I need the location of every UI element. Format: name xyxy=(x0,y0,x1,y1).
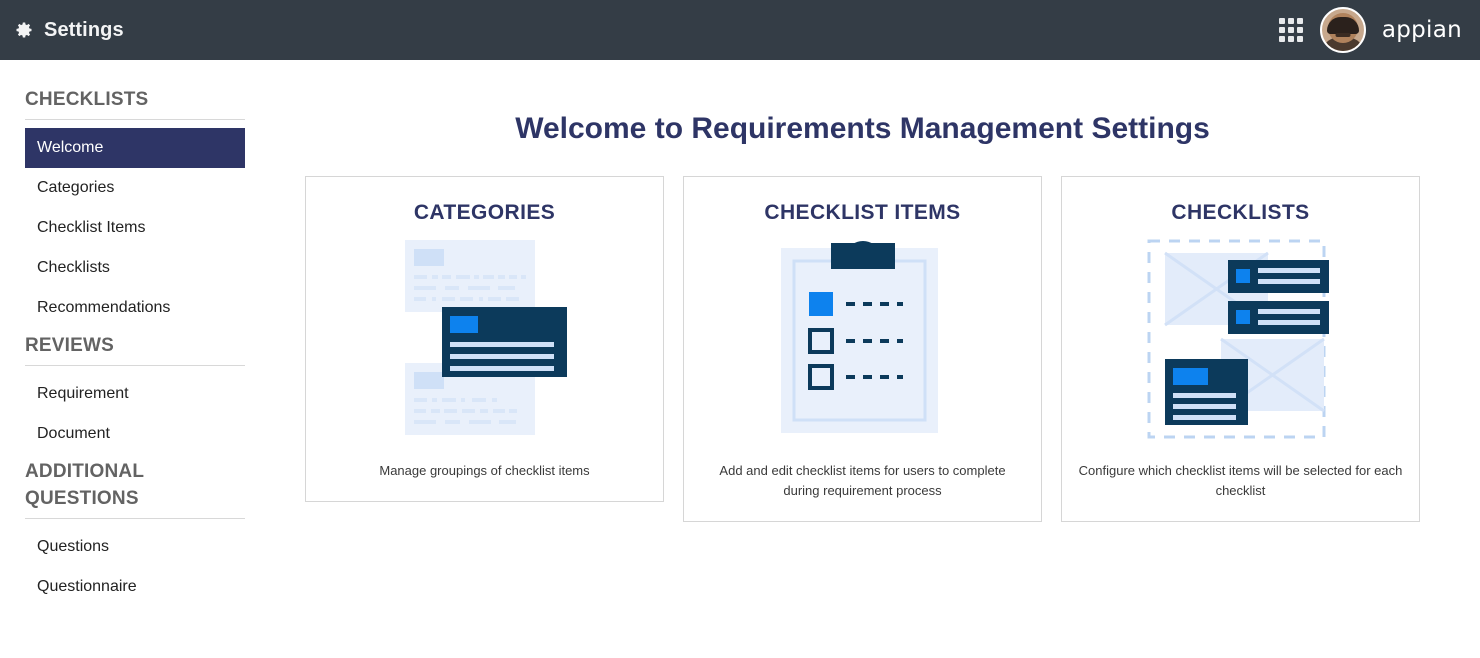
card-checklist-items[interactable]: CHECKLIST ITEMS Add and edit checklist i… xyxy=(683,176,1042,522)
top-bar-right: appian xyxy=(1278,7,1462,53)
card-description: Add and edit checklist items for users t… xyxy=(719,463,1006,498)
divider xyxy=(25,365,245,366)
sidebar-section-additional-questions: ADDITIONAL QUESTIONS Questions Questionn… xyxy=(25,454,245,607)
card-title: CHECKLISTS xyxy=(1171,201,1310,224)
sidebar-item-document[interactable]: Document xyxy=(25,414,245,454)
grid-apps-icon[interactable] xyxy=(1278,17,1304,43)
sidebar-item-questions[interactable]: Questions xyxy=(25,527,245,567)
sidebar-item-requirement[interactable]: Requirement xyxy=(25,374,245,414)
card-grid: CATEGORIES Manage groupings of checklist… xyxy=(305,176,1420,522)
sidebar-heading: CHECKLISTS xyxy=(25,89,149,110)
card-description: Manage groupings of checklist items xyxy=(379,463,590,478)
card-description: Configure which checklist items will be … xyxy=(1078,463,1403,498)
selection-group-illustration xyxy=(1143,235,1338,445)
page-title: Settings xyxy=(44,18,124,41)
card-checklists[interactable]: CHECKLISTS Configure which checklist ite… xyxy=(1061,176,1420,522)
body-wrapper: CHECKLISTS Welcome Categories Checklist … xyxy=(0,60,1480,658)
appian-logo: appian xyxy=(1381,17,1462,43)
sidebar-section-checklists: CHECKLISTS Welcome Categories Checklist … xyxy=(25,82,245,328)
gear-icon xyxy=(14,20,34,40)
sidebar-item-recommendations[interactable]: Recommendations xyxy=(25,288,245,328)
main-content: Welcome to Requirements Management Setti… xyxy=(270,60,1480,658)
sidebar-item-checklist-items[interactable]: Checklist Items xyxy=(25,208,245,248)
card-title: CATEGORIES xyxy=(413,201,556,224)
card-categories[interactable]: CATEGORIES Manage groupings of checklist… xyxy=(305,176,664,502)
divider xyxy=(25,518,245,519)
welcome-heading: Welcome to Requirements Management Setti… xyxy=(515,112,1210,145)
sidebar-item-categories[interactable]: Categories xyxy=(25,168,245,208)
sidebar-heading: REVIEWS xyxy=(25,335,115,356)
top-bar: Settings appian xyxy=(0,0,1480,60)
sidebar-item-checklists[interactable]: Checklists xyxy=(25,248,245,288)
clipboard-checklist-illustration xyxy=(768,235,958,445)
divider xyxy=(25,119,245,120)
sidebar: CHECKLISTS Welcome Categories Checklist … xyxy=(0,60,270,658)
stacked-cards-illustration xyxy=(385,235,585,445)
sidebar-section-reviews: REVIEWS Requirement Document xyxy=(25,328,245,454)
sidebar-item-welcome[interactable]: Welcome xyxy=(25,128,245,168)
avatar[interactable] xyxy=(1319,7,1366,53)
card-title: CHECKLIST ITEMS xyxy=(764,201,961,224)
top-bar-left: Settings xyxy=(14,19,124,42)
sidebar-item-questionnaire[interactable]: Questionnaire xyxy=(25,567,245,607)
sidebar-heading: ADDITIONAL QUESTIONS xyxy=(25,461,144,509)
